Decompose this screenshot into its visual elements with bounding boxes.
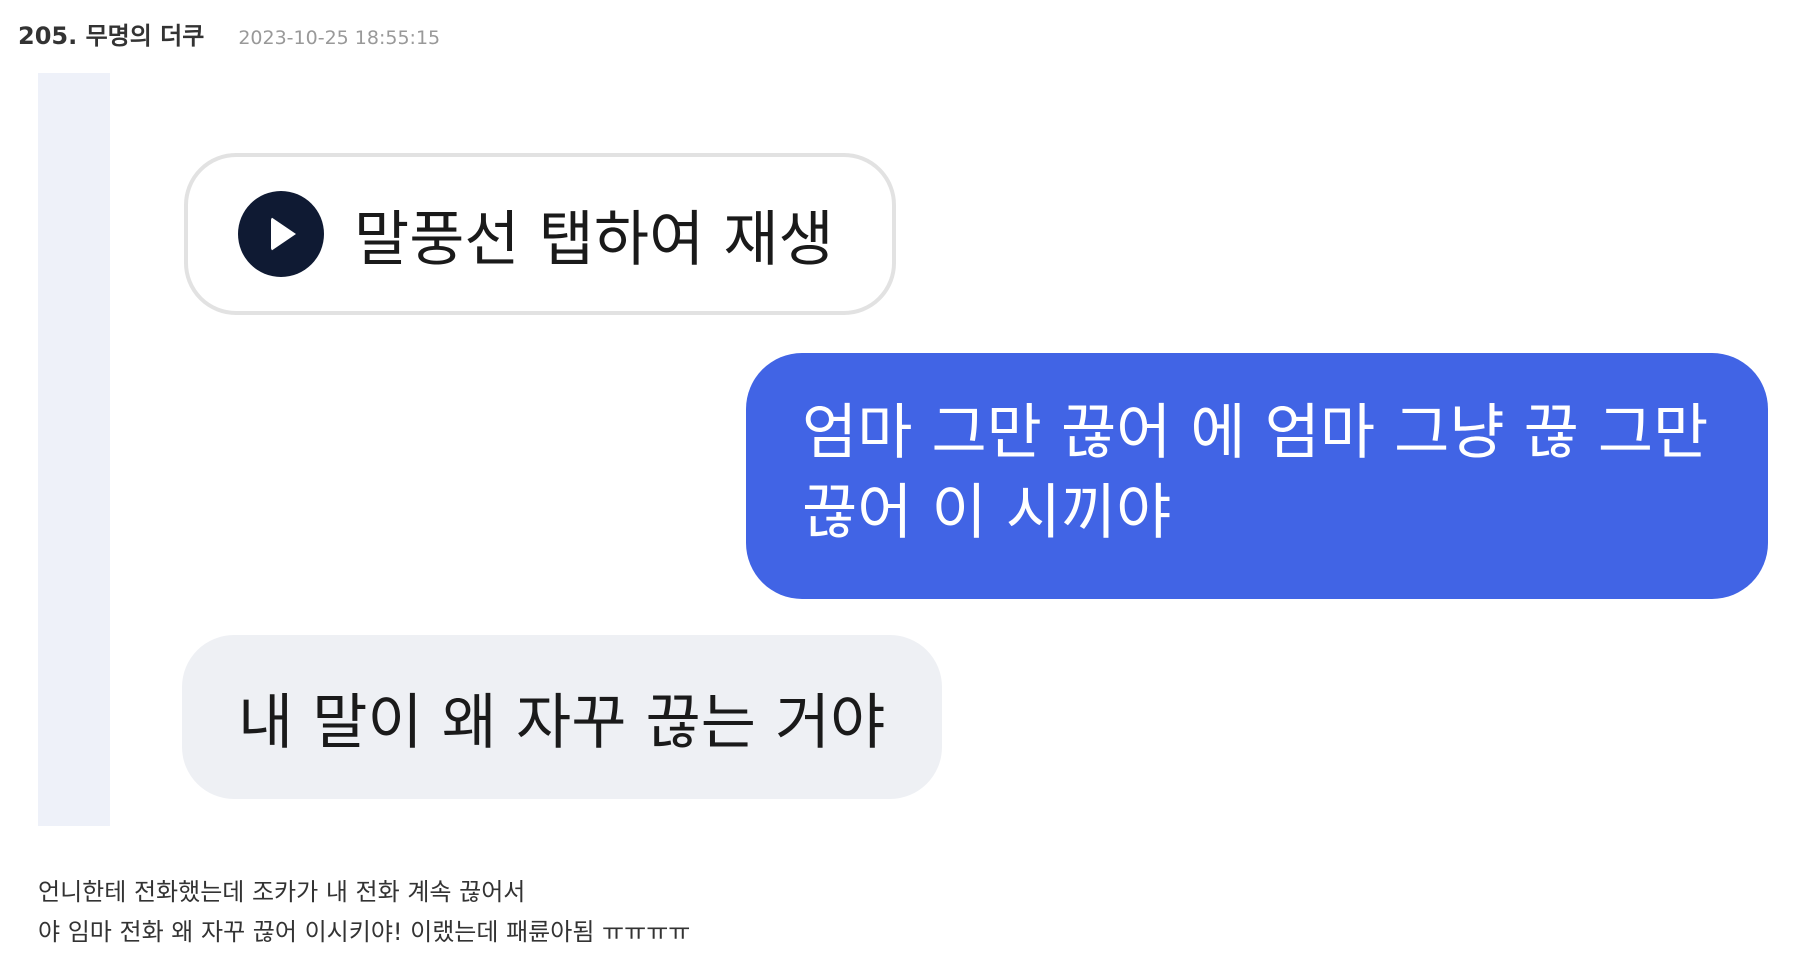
received-message-bubble: 내 말이 왜 자꾸 끊는 거야 bbox=[182, 635, 942, 799]
chat-screenshot-image[interactable]: 말풍선 탭하여 재생 엄마 그만 끊어 에 엄마 그냥 끊 그만 끊어 이 시끼… bbox=[38, 73, 1800, 826]
post-body-line-1: 언니한테 전화했는데 조카가 내 전화 계속 끊어서 bbox=[38, 878, 526, 906]
voice-play-bubble[interactable]: 말풍선 탭하여 재생 bbox=[184, 153, 896, 315]
play-bubble-label: 말풍선 탭하여 재생 bbox=[354, 204, 834, 275]
play-icon[interactable] bbox=[238, 191, 324, 277]
post-timestamp: 2023-10-25 18:55:15 bbox=[238, 27, 441, 49]
quote-bar bbox=[38, 73, 110, 826]
post-author: 205. 무명의 더쿠 bbox=[18, 22, 205, 50]
sent-message-line-1: 엄마 그만 끊어 에 엄마 그냥 끊 그만 bbox=[802, 398, 1709, 468]
post-body: 언니한테 전화했는데 조카가 내 전화 계속 끊어서 야 임마 전화 왜 자꾸 … bbox=[38, 872, 690, 952]
post-body-line-2: 야 임마 전화 왜 자꾸 끊어 이시키야! 이랬는데 패륜아됨 ㅠㅠㅠㅠ bbox=[38, 918, 691, 946]
received-message-text: 내 말이 왜 자꾸 끊는 거야 bbox=[238, 687, 886, 758]
sent-message-line-2: 끊어 이 시끼야 bbox=[802, 478, 1172, 548]
post-header: 205. 무명의 더쿠 2023-10-25 18:55:15 bbox=[18, 16, 440, 51]
sent-message-bubble: 엄마 그만 끊어 에 엄마 그냥 끊 그만 끊어 이 시끼야 bbox=[746, 353, 1768, 599]
